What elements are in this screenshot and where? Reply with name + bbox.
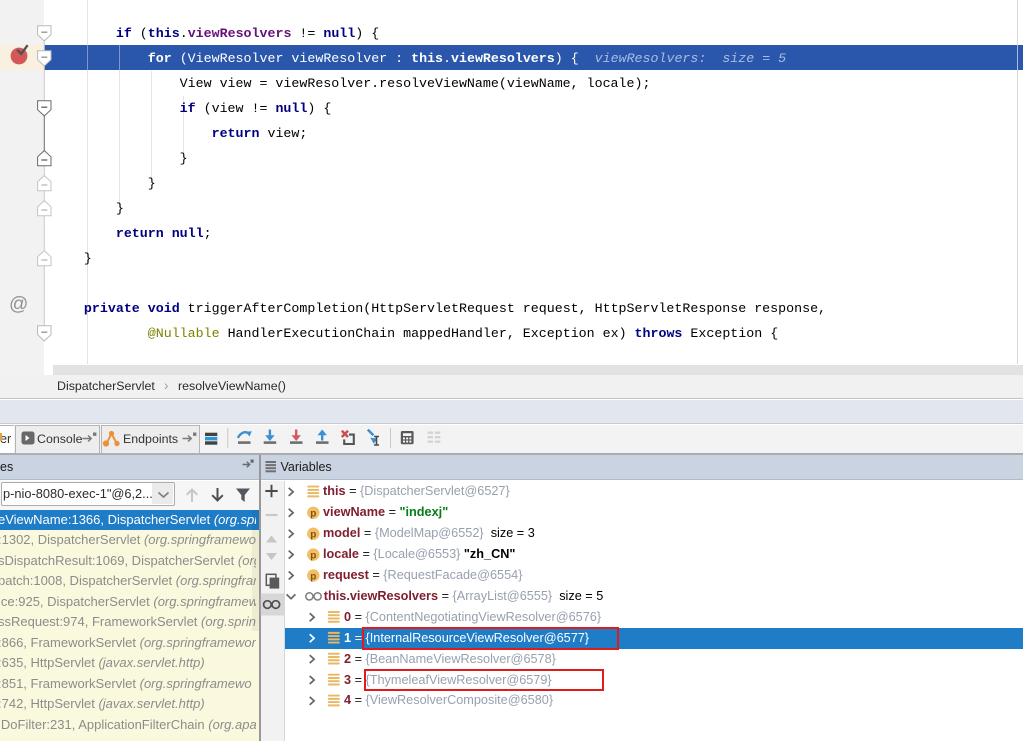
svg-text:p: p [310,550,316,561]
svg-text:p: p [310,571,316,582]
svg-text:p: p [310,530,316,541]
svg-text:p: p [310,509,316,520]
